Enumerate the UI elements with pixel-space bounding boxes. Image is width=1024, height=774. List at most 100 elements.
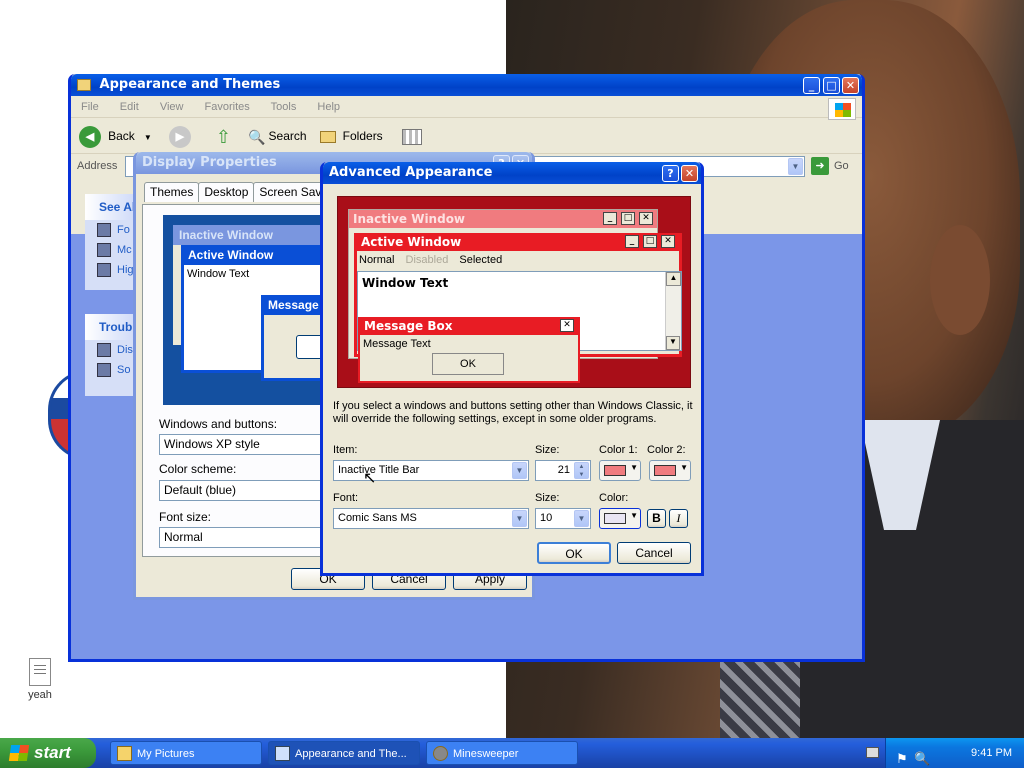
menu-bar: File Edit View Favorites Tools Help <box>71 96 862 118</box>
advanced-appearance-titlebar[interactable]: Advanced Appearance ? ✕ <box>323 162 701 184</box>
ok-button[interactable]: OK <box>537 542 611 564</box>
advanced-appearance-title: Advanced Appearance <box>329 165 493 180</box>
views-icon[interactable] <box>401 129 422 146</box>
maximize-icon: □ <box>621 212 635 225</box>
menu-favorites[interactable]: Favorites <box>205 101 250 113</box>
chevron-down-icon: ▼ <box>630 511 638 520</box>
back-dropdown-icon[interactable]: ▼ <box>144 133 152 142</box>
scroll-up-icon[interactable]: ▲ <box>666 272 681 286</box>
help-icon <box>97 363 111 378</box>
color-swatch <box>654 465 676 476</box>
color-scheme-label: Color scheme: <box>159 462 237 476</box>
chevron-down-icon: ▼ <box>680 463 688 472</box>
taskbar-item-appearance[interactable]: Appearance and The... <box>268 741 420 765</box>
search-icon: 🔍 <box>248 129 266 146</box>
address-label: Address <box>77 160 118 172</box>
help-button[interactable]: ? <box>662 165 679 182</box>
font-size-select[interactable]: 10 ▼ <box>535 508 591 529</box>
folders-button[interactable]: Folders <box>343 129 383 143</box>
keyboard-icon[interactable] <box>866 747 879 758</box>
preview-inactive-title: Inactive Window <box>173 225 333 245</box>
forward-arrow-icon[interactable]: ▶ <box>168 126 191 149</box>
chevron-down-icon[interactable]: ▼ <box>512 510 527 527</box>
preview-menu-selected[interactable]: Selected <box>459 254 502 266</box>
explorer-toolbar: ◀ Back ▼ ▶ ⇧ 🔍 Search Folders <box>71 118 862 154</box>
help-icon <box>97 343 111 358</box>
preview-message-title[interactable]: Message Box ✕ <box>360 317 578 335</box>
go-button[interactable]: Go <box>834 154 849 178</box>
preview-scrollbar[interactable]: ▲ ▼ <box>665 272 681 350</box>
tab-desktop[interactable]: Desktop <box>198 182 255 202</box>
menu-tools[interactable]: Tools <box>271 101 297 113</box>
folder-icon <box>77 78 91 91</box>
appearance-preview: Inactive Window Active Window Window Tex… <box>163 215 336 405</box>
menu-file[interactable]: File <box>81 101 99 113</box>
advanced-preview[interactable]: Inactive Window _ □ ✕ Active Window _ □ … <box>337 196 691 388</box>
close-button[interactable]: ✕ <box>842 77 859 94</box>
font-size-select[interactable]: Normal <box>159 527 329 548</box>
font-label: Font: <box>333 492 359 504</box>
item-label: Item: <box>333 444 358 456</box>
go-arrow-icon[interactable]: ➜ <box>811 157 829 175</box>
fonts-icon <box>97 223 111 238</box>
desktop-icon-yeah[interactable]: yeah <box>20 658 60 701</box>
chevron-down-icon[interactable]: ▼ <box>512 462 527 479</box>
mouse-cursor-icon: ↖ <box>363 470 377 487</box>
spinner-arrows-icon[interactable]: ▲ ▼ <box>574 462 589 479</box>
windows-buttons-select[interactable]: Windows XP style <box>159 434 329 455</box>
close-icon: ✕ <box>560 319 574 332</box>
preview-menu-normal[interactable]: Normal <box>359 254 394 266</box>
advanced-appearance-dialog[interactable]: Advanced Appearance ? ✕ Inactive Window … <box>320 162 704 576</box>
font-color-label: Color: <box>599 492 629 504</box>
explorer-titlebar[interactable]: Appearance and Themes _ □ ✕ <box>71 74 862 96</box>
color1-picker[interactable]: ▼ <box>599 460 641 481</box>
preview-window-text: Window Text <box>362 276 449 290</box>
preview-inactive-title[interactable]: Inactive Window _ □ ✕ <box>349 210 657 228</box>
close-icon: ✕ <box>639 212 653 225</box>
preview-active-title[interactable]: Active Window _ □ ✕ <box>357 233 679 251</box>
taskbar-item-minesweeper[interactable]: Minesweeper <box>426 741 578 765</box>
close-button[interactable]: ✕ <box>681 165 698 182</box>
menu-help[interactable]: Help <box>317 101 340 113</box>
cancel-button[interactable]: Cancel <box>617 542 691 564</box>
desktop-icon-label: yeah <box>28 689 52 701</box>
taskbar-item-my-pictures[interactable]: My Pictures <box>110 741 262 765</box>
maximize-icon: □ <box>643 235 657 248</box>
italic-button[interactable]: I <box>669 509 688 528</box>
item-size-spinner[interactable]: 21 ▲ ▼ <box>535 460 591 481</box>
start-button[interactable]: start <box>0 738 96 768</box>
bold-button[interactable]: B <box>647 509 666 528</box>
windows-logo-icon <box>828 98 856 120</box>
color-swatch <box>604 465 626 476</box>
network-icon[interactable]: ⚑ <box>896 744 908 774</box>
preview-message-box[interactable]: Message Box ✕ Message Text OK <box>358 317 580 383</box>
minimize-icon: _ <box>603 212 617 225</box>
menu-edit[interactable]: Edit <box>120 101 139 113</box>
preview-menu-disabled[interactable]: Disabled <box>406 254 449 266</box>
back-arrow-icon[interactable]: ◀ <box>79 126 101 149</box>
preview-menu-bar[interactable]: Normal Disabled Selected <box>357 251 679 269</box>
font-select[interactable]: Comic Sans MS ▼ <box>333 508 529 529</box>
minimize-button[interactable]: _ <box>803 77 820 94</box>
maximize-button[interactable]: □ <box>823 77 840 94</box>
font-size-label: Size: <box>535 492 560 504</box>
chevron-down-icon[interactable]: ▼ <box>788 158 803 175</box>
up-folder-icon[interactable]: ⇧ <box>216 127 231 147</box>
scroll-down-icon[interactable]: ▼ <box>666 336 680 350</box>
tab-themes[interactable]: Themes <box>144 182 200 202</box>
override-note: If you select a windows and buttons sett… <box>333 400 693 425</box>
preview-ok-button[interactable]: OK <box>432 353 504 375</box>
preview-active-title: Active Window <box>184 245 330 265</box>
menu-view[interactable]: View <box>160 101 184 113</box>
search-icon[interactable]: 🔍 <box>914 744 930 774</box>
font-color-picker[interactable]: ▼ <box>599 508 641 529</box>
color2-label: Color 2: <box>647 444 686 456</box>
wallpaper-tie <box>720 660 800 738</box>
chevron-down-icon[interactable]: ▼ <box>574 510 589 527</box>
search-button[interactable]: Search <box>269 129 307 143</box>
item-size-label: Size: <box>535 444 560 456</box>
color-scheme-select[interactable]: Default (blue) <box>159 480 329 501</box>
color2-picker[interactable]: ▼ <box>649 460 691 481</box>
back-button[interactable]: Back <box>108 129 135 143</box>
clock[interactable]: 9:41 PM <box>971 747 1012 759</box>
